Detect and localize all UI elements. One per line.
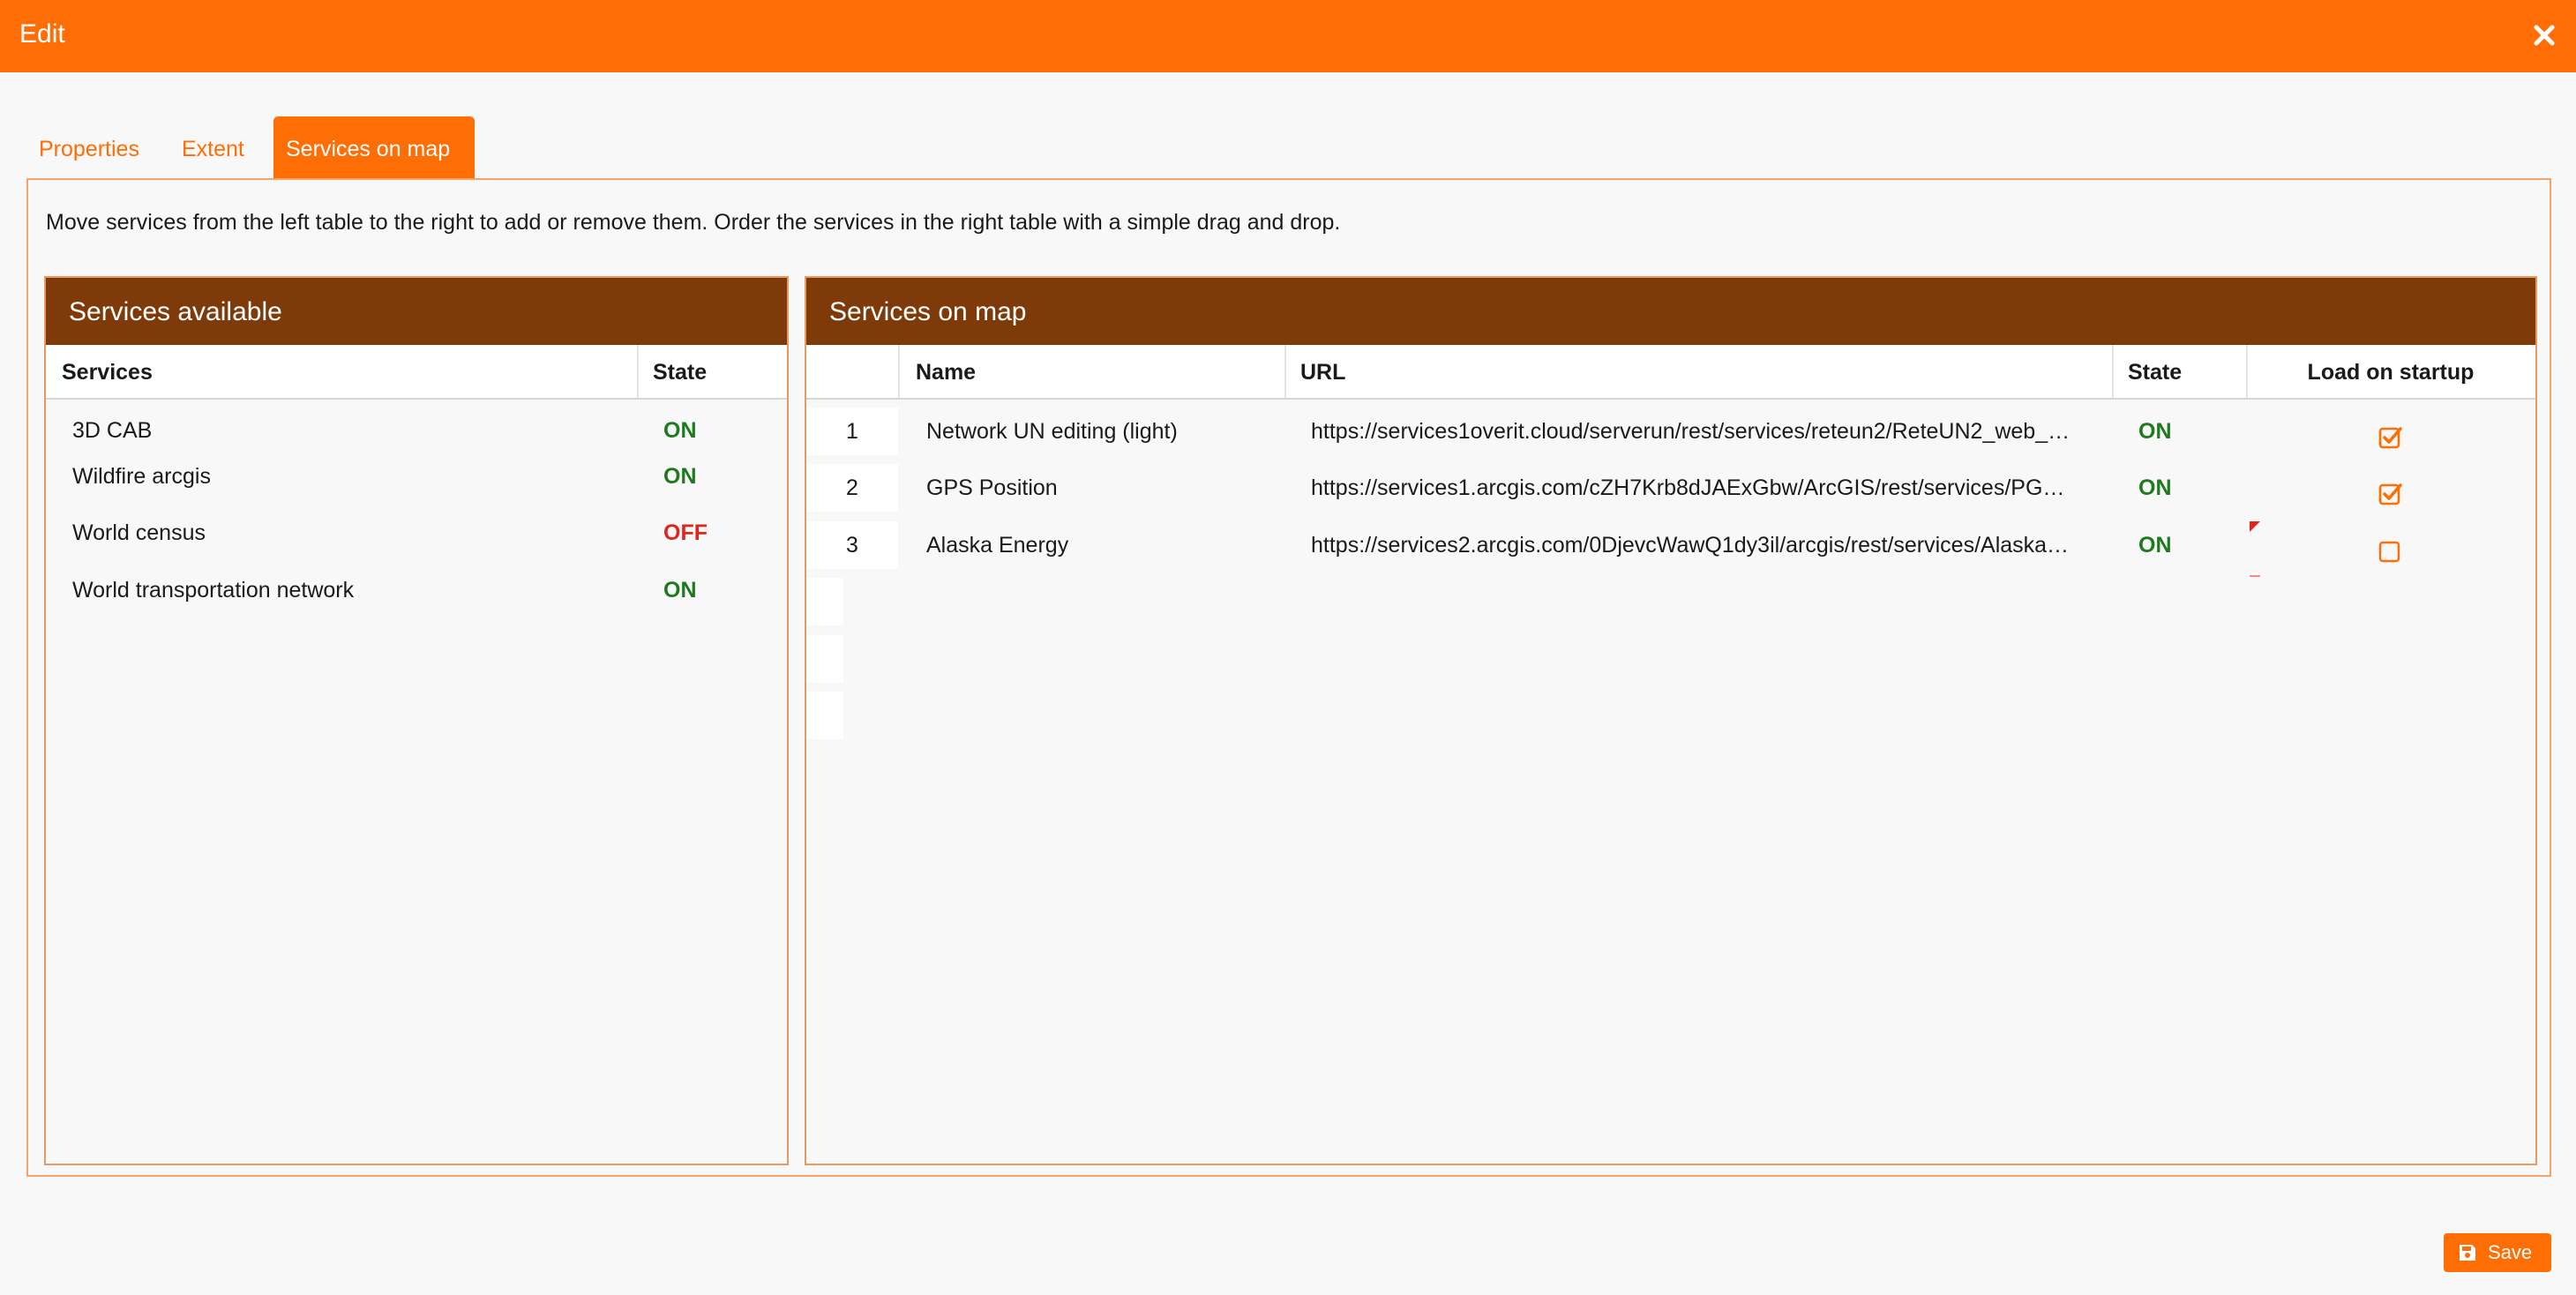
column-services[interactable]: Services: [62, 345, 153, 398]
services-available-header: Services State: [46, 345, 787, 400]
tab-extent[interactable]: Extent: [169, 116, 257, 178]
instructions-text: Move services from the left table to the…: [46, 210, 1341, 235]
row-index[interactable]: 2: [806, 464, 898, 512]
list-item[interactable]: World transportation network ON: [46, 566, 787, 614]
close-icon[interactable]: [2527, 18, 2562, 53]
services-on-map-title: Services on map: [806, 278, 2535, 345]
service-url: https://services2.arcgis.com/0DjevcWawQ1…: [1311, 533, 2070, 558]
list-item[interactable]: Wildfire arcgis ON: [46, 453, 787, 500]
service-name: GPS Position: [926, 475, 1058, 500]
service-state: ON: [663, 464, 697, 489]
services-available-table: Services available Services State 3D CAB…: [44, 276, 789, 1165]
row-index[interactable]: 1: [806, 408, 898, 455]
service-name: Alaska Energy: [926, 533, 1069, 558]
tab-properties[interactable]: Properties: [26, 116, 152, 178]
service-name: 3D CAB: [72, 418, 153, 443]
service-state: ON: [2138, 533, 2172, 558]
list-item[interactable]: World census OFF: [46, 509, 787, 557]
dialog-title: Edit: [19, 19, 65, 49]
service-name: World census: [72, 520, 206, 545]
checkbox-unchecked-icon: [2378, 541, 2400, 563]
empty-row-handle: [806, 692, 843, 739]
service-state: OFF: [663, 520, 708, 545]
service-name: Network UN editing (light): [926, 419, 1178, 444]
empty-row-handle: [806, 635, 843, 683]
table-row[interactable]: 3 Alaska Energy https://services2.arcgis…: [806, 521, 2535, 569]
service-name: Wildfire arcgis: [72, 464, 211, 489]
services-available-title: Services available: [46, 278, 787, 345]
load-on-startup-checkbox[interactable]: [2378, 419, 2403, 449]
drop-indicator: [2250, 575, 2260, 577]
column-state[interactable]: State: [2128, 345, 2182, 398]
checkbox-checked-icon: [2378, 483, 2402, 505]
column-name[interactable]: Name: [916, 345, 976, 398]
column-divider: [1284, 345, 1286, 398]
table-row[interactable]: 2 GPS Position https://services1.arcgis.…: [806, 464, 2535, 512]
row-index[interactable]: 3: [806, 521, 898, 569]
table-row[interactable]: 1 Network UN editing (light) https://ser…: [806, 408, 2535, 455]
dialog-header: Edit: [0, 0, 2576, 72]
save-button[interactable]: Save: [2444, 1233, 2551, 1272]
column-divider: [898, 345, 900, 398]
tab-services-on-map[interactable]: Services on map: [273, 116, 475, 178]
service-url: https://services1.arcgis.com/cZH7Krb8dJA…: [1311, 475, 2065, 500]
save-label: Save: [2488, 1241, 2533, 1263]
column-url[interactable]: URL: [1300, 345, 1345, 398]
service-name: World transportation network: [72, 578, 355, 603]
column-load-on-startup[interactable]: Load on startup: [2246, 345, 2535, 398]
column-state[interactable]: State: [653, 345, 707, 398]
load-on-startup-checkbox[interactable]: [2378, 533, 2403, 563]
load-on-startup-checkbox[interactable]: [2378, 475, 2403, 505]
service-state: ON: [2138, 475, 2172, 500]
column-divider: [637, 345, 639, 398]
checkbox-checked-icon: [2378, 427, 2402, 449]
save-icon: [2460, 1245, 2475, 1261]
list-item[interactable]: 3D CAB ON: [46, 407, 787, 454]
services-on-map-header: Name URL State Load on startup: [806, 345, 2535, 400]
service-state: ON: [2138, 419, 2172, 444]
services-on-map-table: Services on map Name URL State Load on s…: [805, 276, 2537, 1165]
service-url: https://services1overit.cloud/serverun/r…: [1311, 419, 2071, 444]
cell-edited-marker-icon: [2250, 521, 2260, 532]
tab-panel: Move services from the left table to the…: [26, 178, 2551, 1177]
empty-row-handle: [806, 578, 843, 625]
service-state: ON: [663, 418, 697, 443]
column-divider: [2112, 345, 2114, 398]
service-state: ON: [663, 578, 697, 603]
